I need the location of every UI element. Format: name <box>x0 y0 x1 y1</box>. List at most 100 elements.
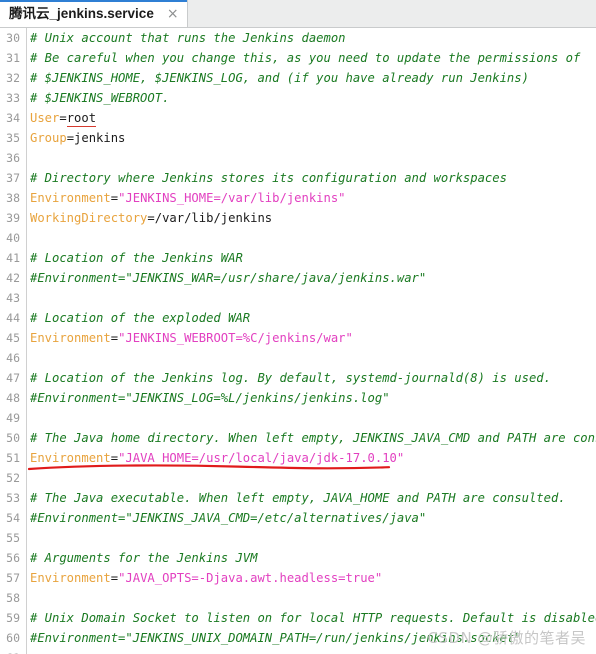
line-number: 34 <box>6 111 20 125</box>
watermark: CSDN @骄傲的笔者吴 <box>427 629 586 647</box>
code-line[interactable]: 44 # Location of the exploded WAR <box>0 308 596 328</box>
line-text: # Unix account that runs the Jenkins dae… <box>30 28 346 48</box>
code-line[interactable]: 40 <box>0 228 596 248</box>
code-line[interactable]: 61 <box>0 648 596 654</box>
code-line[interactable]: 41 # Location of the Jenkins WAR <box>0 248 596 268</box>
close-icon[interactable]: × <box>167 7 179 21</box>
code-line[interactable]: 32 # $JENKINS_HOME, $JENKINS_LOG, and (if… <box>0 68 596 88</box>
line-number: 55 <box>6 531 20 545</box>
code-line[interactable]: 35 Group=jenkins <box>0 128 596 148</box>
line-number: 41 <box>6 251 20 265</box>
line-number: 50 <box>6 431 20 445</box>
code-line[interactable]: 47 # Location of the Jenkins log. By defa… <box>0 368 596 388</box>
line-number: 54 <box>6 511 20 525</box>
line-number: 32 <box>6 71 20 85</box>
tab-jenkins-service[interactable]: 腾讯云_jenkins.service × <box>0 0 188 27</box>
line-number: 38 <box>6 191 20 205</box>
code-token: # $JENKINS_WEBROOT. <box>30 91 170 105</box>
code-token: # Directory where Jenkins stores its con… <box>30 171 507 185</box>
line-number: 51 <box>6 451 20 465</box>
line-number: 59 <box>6 611 20 625</box>
code-token: # $JENKINS_HOME, $JENKINS_LOG, and (if y… <box>30 71 529 85</box>
code-token: # Unix account that runs the Jenkins dae… <box>30 31 346 45</box>
code-token: # The Java executable. When left empty, … <box>30 491 566 505</box>
code-line[interactable]: 50 # The Java home directory. When left e… <box>0 428 596 448</box>
code-line[interactable]: 59 # Unix Domain Socket to listen on for … <box>0 608 596 628</box>
code-line[interactable]: 58 <box>0 588 596 608</box>
code-line[interactable]: 34 User=root <box>0 108 596 128</box>
line-number: 48 <box>6 391 20 405</box>
line-text: Group=jenkins <box>30 128 125 148</box>
misspelled-token: root <box>66 111 97 127</box>
code-line[interactable]: 36 <box>0 148 596 168</box>
tab-title: 腾讯云_jenkins.service <box>9 5 154 21</box>
code-token: # Be careful when you change this, as yo… <box>30 51 581 65</box>
line-text: # The Java executable. When left empty, … <box>30 488 566 508</box>
code-editor[interactable]: 30 # Unix account that runs the Jenkins d… <box>0 28 596 654</box>
line-number: 37 <box>6 171 20 185</box>
line-number: 61 <box>0 648 20 654</box>
code-token: = <box>110 451 119 465</box>
line-number: 60 <box>6 631 20 645</box>
code-token: # Location of the Jenkins log. By defaul… <box>30 371 551 385</box>
code-token: #Environment="JENKINS_WAR=/usr/share/jav… <box>30 271 427 285</box>
line-number: 46 <box>6 351 20 365</box>
line-number: 47 <box>6 371 20 385</box>
line-text: # Be careful when you change this, as yo… <box>30 48 580 68</box>
line-number: 31 <box>6 51 20 65</box>
code-line[interactable]: 30 # Unix account that runs the Jenkins d… <box>0 28 596 48</box>
code-line[interactable]: 48 #Environment="JENKINS_LOG=%L/jenkins/j… <box>0 388 596 408</box>
code-line[interactable]: 55 <box>0 528 596 548</box>
line-number: 45 <box>6 331 20 345</box>
line-text: #Environment="JENKINS_JAVA_CMD=/etc/alte… <box>30 508 426 528</box>
code-token: jenkins <box>74 131 126 145</box>
code-token: # Arguments for the Jenkins JVM <box>30 551 258 565</box>
line-text: # Location of the Jenkins log. By defaul… <box>30 368 551 388</box>
line-text: # The Java home directory. When left emp… <box>30 428 596 448</box>
line-number: 35 <box>6 131 20 145</box>
line-text: #Environment="JENKINS_WAR=/usr/share/jav… <box>30 268 426 288</box>
code-token: = <box>110 191 119 205</box>
code-line[interactable]: 57 Environment="JAVA_OPTS=-Djava.awt.head… <box>0 568 596 588</box>
code-content[interactable]: 30 # Unix account that runs the Jenkins d… <box>0 28 596 654</box>
line-number: 57 <box>6 571 20 585</box>
code-line[interactable]: 31 # Be careful when you change this, as … <box>0 48 596 68</box>
code-line[interactable]: 49 <box>0 408 596 428</box>
code-token: # Location of the Jenkins WAR <box>30 251 243 265</box>
code-token: "JENKINS_WEBROOT=%C/jenkins/war" <box>118 331 353 345</box>
code-line[interactable]: 43 <box>0 288 596 308</box>
line-number: 58 <box>6 591 20 605</box>
code-line[interactable]: 52 <box>0 468 596 488</box>
code-token: "JAVA_HOME=/usr/local/java/jdk-17.0.10" <box>118 451 405 465</box>
code-line[interactable]: 46 <box>0 348 596 368</box>
code-line[interactable]: 33 # $JENKINS_WEBROOT. <box>0 88 596 108</box>
code-line[interactable]: 45 Environment="JENKINS_WEBROOT=%C/jenkin… <box>0 328 596 348</box>
line-number: 33 <box>6 91 20 105</box>
code-token: = <box>110 571 119 585</box>
code-token: = <box>66 131 75 145</box>
code-line[interactable]: 42 #Environment="JENKINS_WAR=/usr/share/j… <box>0 268 596 288</box>
code-line[interactable]: 51 Environment="JAVA_HOME=/usr/local/java… <box>0 448 596 468</box>
code-token: "JAVA_OPTS=-Djava.awt.headless=true" <box>118 571 383 585</box>
line-text: # Arguments for the Jenkins JVM <box>30 548 257 568</box>
code-token: # Unix Domain Socket to listen on for lo… <box>30 611 596 625</box>
line-number: 36 <box>6 151 20 165</box>
line-number: 39 <box>6 211 20 225</box>
code-line[interactable]: 53 # The Java executable. When left empty… <box>0 488 596 508</box>
code-line[interactable]: 38 Environment="JENKINS_HOME=/var/lib/jen… <box>0 188 596 208</box>
tab-bar-empty-area <box>187 0 596 27</box>
code-token: = <box>147 211 155 225</box>
code-token: Environment <box>30 331 111 345</box>
code-token: Group <box>30 131 67 145</box>
code-line[interactable]: 37 # Directory where Jenkins stores its c… <box>0 168 596 188</box>
code-line[interactable]: 39 WorkingDirectory=/var/lib/jenkins <box>0 208 596 228</box>
code-line[interactable]: 54 #Environment="JENKINS_JAVA_CMD=/etc/al… <box>0 508 596 528</box>
line-number: 42 <box>6 271 20 285</box>
line-number: 40 <box>6 231 20 245</box>
code-line[interactable]: 56 # Arguments for the Jenkins JVM <box>0 548 596 568</box>
line-text: Environment="JENKINS_HOME=/var/lib/jenki… <box>30 188 346 208</box>
tab-bar: 腾讯云_jenkins.service × <box>0 0 596 28</box>
line-text: #Environment="JENKINS_LOG=%L/jenkins/jen… <box>30 388 390 408</box>
code-token: # The Java home directory. When left emp… <box>30 431 596 445</box>
line-text: # Directory where Jenkins stores its con… <box>30 168 507 188</box>
